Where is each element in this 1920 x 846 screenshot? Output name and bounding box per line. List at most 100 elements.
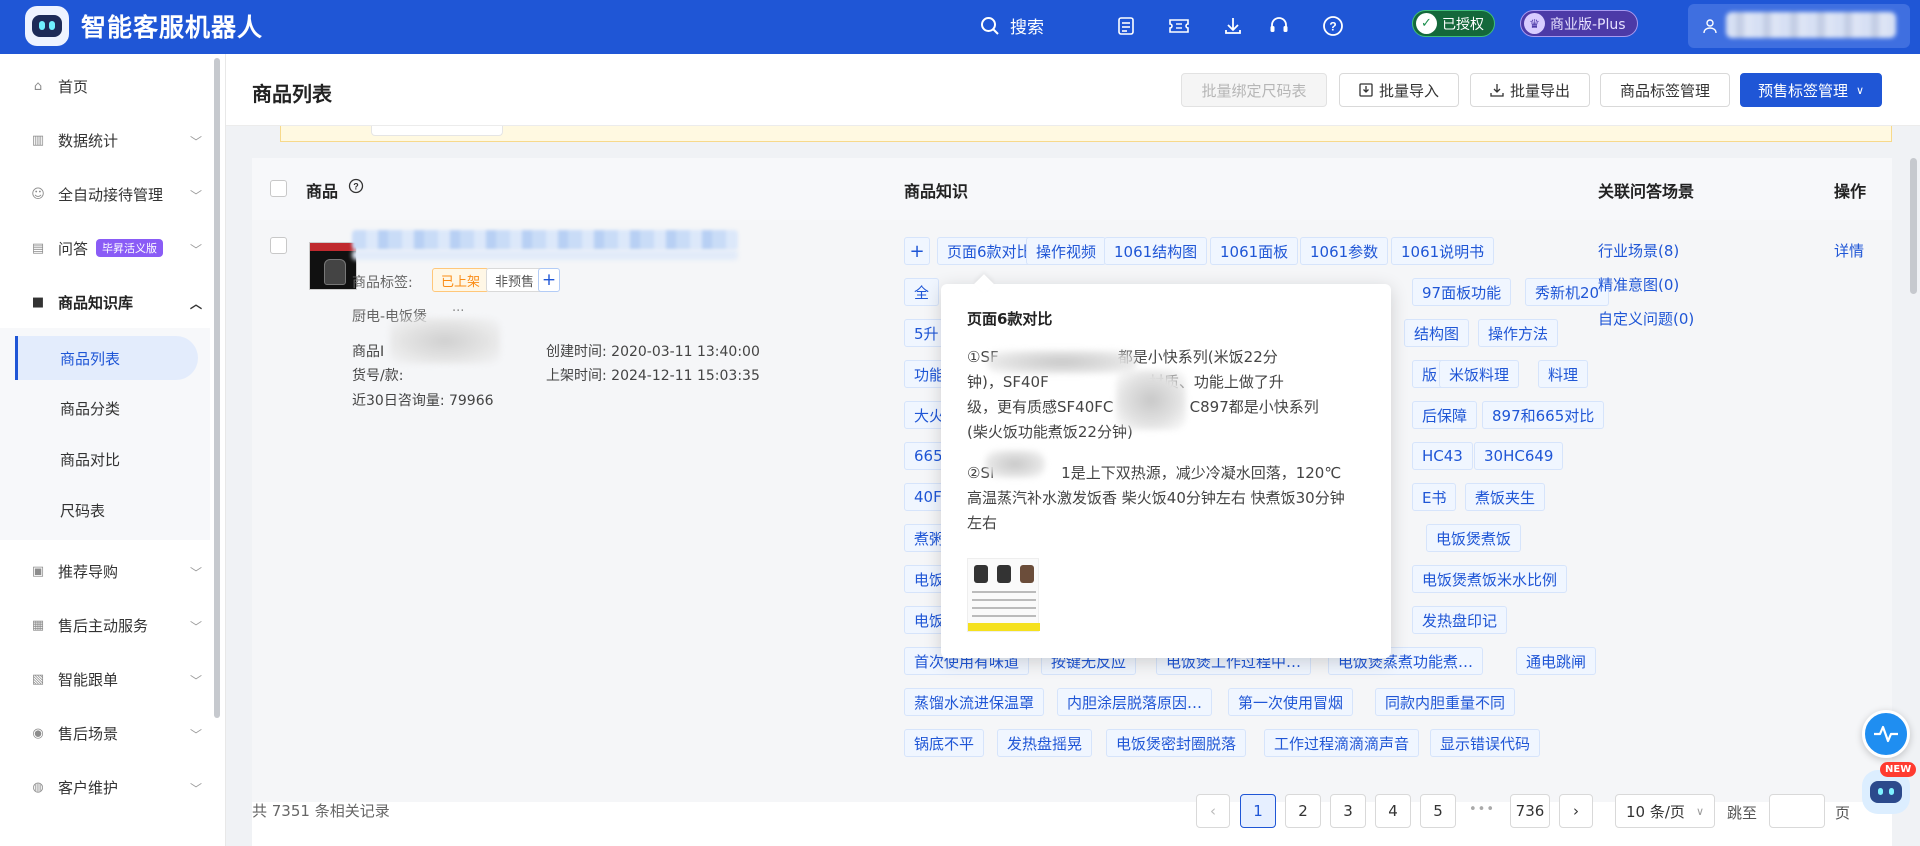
knowledge-chip[interactable]: 锅底不平 bbox=[904, 729, 985, 757]
product-name-redacted[interactable] bbox=[352, 230, 738, 250]
knowledge-chip[interactable]: 显示错误代码 bbox=[1430, 729, 1541, 757]
presale-tag-manage-button[interactable]: 预售标签管理 ∨ bbox=[1740, 73, 1882, 107]
chevron-down-icon: ﹀ bbox=[189, 566, 202, 580]
tag-not-presale: 非预售 bbox=[486, 268, 544, 292]
knowledge-chip[interactable]: 1061面板 bbox=[1210, 237, 1299, 265]
knowledge-chip[interactable]: 料理 bbox=[1538, 360, 1589, 388]
select-all-checkbox[interactable] bbox=[270, 180, 287, 197]
knowledge-chip[interactable]: 结构图 bbox=[1404, 319, 1470, 347]
page-unit-label: 页 bbox=[1835, 804, 1851, 822]
sidebar-item-statistics[interactable]: ▥ 数据统计 ﹀ bbox=[0, 120, 210, 160]
sidebar-item-customer[interactable]: ◍ 客户维护 ﹀ bbox=[0, 767, 210, 807]
comparison-image[interactable] bbox=[967, 558, 1040, 632]
sidebar-sub-size-chart[interactable]: 尺码表 bbox=[15, 488, 198, 532]
download-icon[interactable] bbox=[1221, 14, 1245, 38]
headset-icon[interactable] bbox=[1267, 14, 1291, 38]
heartbeat-chat-button[interactable] bbox=[1862, 710, 1910, 758]
jump-page-input[interactable] bbox=[1769, 794, 1825, 828]
knowledge-chip[interactable]: 全 bbox=[904, 278, 940, 306]
row-checkbox[interactable] bbox=[270, 237, 287, 254]
sidebar-item-product-knowledge[interactable]: ■ 商品知识库 ︿ bbox=[0, 282, 210, 322]
knowledge-chip[interactable]: E书 bbox=[1412, 483, 1457, 511]
knowledge-chip[interactable]: 操作方法 bbox=[1478, 319, 1559, 347]
task-list-icon[interactable] bbox=[1114, 14, 1138, 38]
main-scrollbar[interactable] bbox=[1910, 158, 1917, 294]
prev-page-button[interactable]: ‹ bbox=[1196, 794, 1230, 828]
knowledge-chip[interactable]: 蒸馏水流进保温罩 bbox=[904, 688, 1045, 716]
scene-link-custom[interactable]: 自定义问题(0) bbox=[1598, 308, 1694, 329]
knowledge-chip[interactable]: 897和665对比 bbox=[1482, 401, 1605, 429]
knowledge-chip[interactable]: 秀新机20 bbox=[1525, 278, 1610, 306]
sidebar-item-home[interactable]: ⌂ 首页 bbox=[0, 66, 210, 106]
knowledge-chip[interactable]: 内胆涂层脱落原因… bbox=[1057, 688, 1213, 716]
sidebar-item-aftersale-service[interactable]: ▦ 售后主动服务 ﹀ bbox=[0, 605, 210, 645]
sidebar-item-smart-follow[interactable]: ▧ 智能跟单 ﹀ bbox=[0, 659, 210, 699]
search-button[interactable]: 搜索 bbox=[980, 13, 1044, 38]
sidebar-item-auto-reception[interactable]: ☺ 全自动接待管理 ﹀ bbox=[0, 174, 210, 214]
chevron-down-icon: ﹀ bbox=[189, 243, 202, 257]
sidebar-item-qa[interactable]: ▤ 问答 毕昇活义版 ﹀ bbox=[0, 228, 210, 268]
knowledge-chip[interactable]: 发热盘摇晃 bbox=[997, 729, 1093, 757]
knowledge-chip[interactable]: 30HC649 bbox=[1474, 442, 1564, 470]
knowledge-chip[interactable]: 电饭煲密封圈脱落 bbox=[1106, 729, 1247, 757]
page-button[interactable]: 4 bbox=[1375, 794, 1411, 828]
created-time: 创建时间: 2020-03-11 13:40:00 bbox=[546, 344, 760, 360]
knowledge-chip[interactable]: 后保障 bbox=[1412, 401, 1478, 429]
help-icon[interactable]: ? bbox=[348, 178, 364, 198]
robot-icon bbox=[1870, 781, 1902, 803]
next-page-button[interactable]: › bbox=[1559, 794, 1593, 828]
more-icon[interactable]: ··· bbox=[452, 304, 464, 319]
page-size-select[interactable]: 10 条/页 ∨ bbox=[1615, 794, 1715, 828]
knowledge-chip[interactable]: 通电跳闸 bbox=[1516, 647, 1597, 675]
page-button[interactable]: 3 bbox=[1330, 794, 1366, 828]
knowledge-chip[interactable]: HC43 bbox=[1412, 442, 1473, 470]
plan-badge[interactable]: ♛ 商业版-Plus bbox=[1520, 10, 1638, 37]
knowledge-chip[interactable]: 97面板功能 bbox=[1412, 278, 1512, 306]
batch-import-button[interactable]: 批量导入 bbox=[1339, 73, 1459, 107]
scene-link-intent[interactable]: 精准意图(0) bbox=[1598, 274, 1679, 295]
knowledge-chip[interactable]: 发热盘印记 bbox=[1412, 606, 1508, 634]
knowledge-chip[interactable]: 1061结构图 bbox=[1104, 237, 1208, 265]
batch-export-button[interactable]: 批量导出 bbox=[1470, 73, 1590, 107]
brand[interactable]: 智能客服机器人 bbox=[25, 6, 263, 46]
follow-icon: ▧ bbox=[31, 671, 45, 687]
page-button[interactable]: 5 bbox=[1420, 794, 1456, 828]
page-ellipsis[interactable]: ••• bbox=[1469, 802, 1495, 817]
knowledge-chip[interactable]: 电饭煲煮饭 bbox=[1426, 524, 1522, 552]
knowledge-chip[interactable]: 煮饭夹生 bbox=[1465, 483, 1546, 511]
tag-manage-button[interactable]: 商品标签管理 bbox=[1600, 73, 1730, 107]
export-icon bbox=[1490, 84, 1504, 97]
knowledge-chip[interactable]: 工作过程滴滴滴声音 bbox=[1264, 729, 1420, 757]
sidebar-item-recommend[interactable]: ▣ 推荐导购 ﹀ bbox=[0, 551, 210, 591]
sidebar-item-aftersale-scene[interactable]: ◉ 售后场景 ﹀ bbox=[0, 713, 210, 753]
plan-icon: ♛ bbox=[1524, 13, 1545, 34]
authorized-badge[interactable]: ✓ 已授权 bbox=[1412, 10, 1495, 37]
knowledge-chip[interactable]: 第一次使用冒烟 bbox=[1228, 688, 1354, 716]
chevron-down-icon: ﹀ bbox=[189, 135, 202, 149]
tags-label: 商品标签: bbox=[352, 275, 413, 291]
knowledge-chip[interactable]: 米饭料理 bbox=[1439, 360, 1520, 388]
detail-link[interactable]: 详情 bbox=[1834, 240, 1864, 261]
sidebar-sub-product-compare[interactable]: 商品对比 bbox=[15, 437, 198, 481]
sidebar-sub-product-list[interactable]: 商品列表 bbox=[15, 336, 198, 380]
chart-icon: ▥ bbox=[31, 132, 45, 148]
knowledge-chip[interactable]: 操作视频 bbox=[1026, 237, 1107, 265]
sidebar: ⌂ 首页 ▥ 数据统计 ﹀ ☺ 全自动接待管理 ﹀ ▤ 问答 毕昇活义版 ﹀ ■… bbox=[0, 54, 226, 846]
ticket-icon[interactable] bbox=[1167, 14, 1191, 38]
product-thumbnail[interactable] bbox=[309, 242, 357, 290]
user-menu[interactable] bbox=[1688, 4, 1910, 48]
sidebar-scrollbar[interactable] bbox=[214, 58, 220, 718]
knowledge-chip[interactable]: 1061参数 bbox=[1300, 237, 1389, 265]
batch-bind-size-button[interactable]: 批量绑定尺码表 bbox=[1181, 73, 1327, 107]
add-knowledge-button[interactable]: + bbox=[904, 237, 930, 265]
knowledge-chip[interactable]: 同款内胆重量不同 bbox=[1375, 688, 1516, 716]
page-button-last[interactable]: 736 bbox=[1510, 794, 1550, 828]
add-tag-button[interactable]: + bbox=[538, 268, 560, 292]
page-button[interactable]: 2 bbox=[1285, 794, 1321, 828]
page-button[interactable]: 1 bbox=[1240, 794, 1276, 828]
knowledge-chip[interactable]: 电饭煲煮饭米水比例 bbox=[1412, 565, 1568, 593]
help-icon[interactable]: ? bbox=[1321, 14, 1345, 38]
knowledge-chip[interactable]: 1061说明书 bbox=[1391, 237, 1495, 265]
scene-link-industry[interactable]: 行业场景(8) bbox=[1598, 240, 1679, 261]
sidebar-sub-product-category[interactable]: 商品分类 bbox=[15, 386, 198, 430]
